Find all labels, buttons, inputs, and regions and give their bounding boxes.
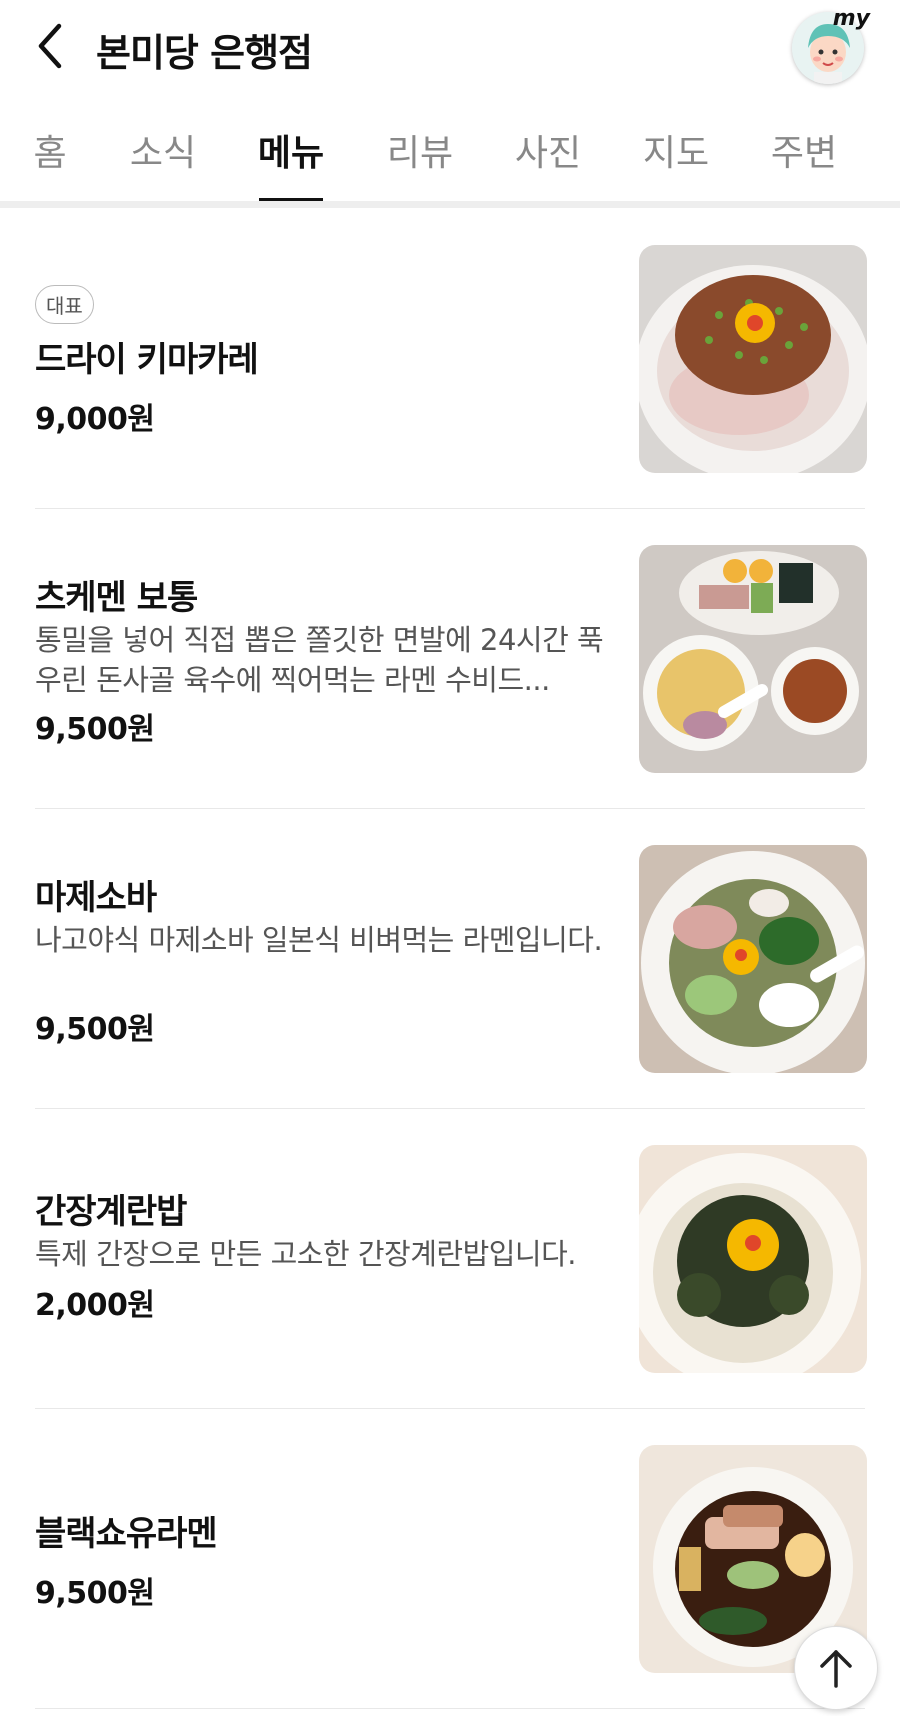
menu-item-image bbox=[639, 845, 867, 1073]
keema-curry-image bbox=[639, 245, 867, 473]
menu-item-image bbox=[639, 1145, 867, 1373]
signature-badge: 대표 bbox=[35, 285, 94, 324]
tab-bar: 홈 소식 메뉴 리뷰 사진 지도 주변 bbox=[0, 110, 900, 203]
menu-item-price: 9,000원 bbox=[35, 402, 155, 437]
menu-item-price: 9,500원 bbox=[35, 1576, 155, 1611]
top-app-bar: 본미당 은행점 my bbox=[0, 0, 900, 94]
tab-map[interactable]: 지도 bbox=[616, 124, 736, 176]
menu-item-description: 통밀을 넣어 직접 뽑은 쫄깃한 면발에 24시간 푹 우린 돈사골 육수에 찍… bbox=[35, 623, 604, 697]
soy-egg-rice-image bbox=[639, 1145, 867, 1373]
menu-item-name: 간장계란밥 bbox=[35, 1192, 187, 1232]
scroll-to-top-button[interactable] bbox=[794, 1626, 878, 1710]
tabs-divider bbox=[0, 201, 900, 208]
tsukemen-image bbox=[639, 545, 867, 773]
back-button[interactable] bbox=[30, 20, 70, 72]
menu-item[interactable]: 츠케멘 보통 통밀을 넣어 직접 뽑은 쫄깃한 면발에 24시간 푹 우린 돈사… bbox=[0, 508, 900, 808]
my-profile-button[interactable]: my bbox=[790, 6, 870, 84]
tab-photo[interactable]: 사진 bbox=[488, 124, 608, 176]
tab-menu[interactable]: 메뉴 bbox=[231, 124, 351, 176]
menu-item-price: 9,500원 bbox=[35, 1012, 155, 1047]
menu-item[interactable]: 블랙쇼유라멘 9,500원 bbox=[0, 1408, 900, 1708]
tab-review[interactable]: 리뷰 bbox=[360, 124, 480, 176]
menu-item[interactable]: 대표 드라이 키마카레 9,000원 bbox=[0, 208, 900, 508]
menu-item-name: 블랙쇼유라멘 bbox=[35, 1514, 218, 1554]
page-title: 본미당 은행점 bbox=[96, 31, 313, 75]
back-arrow-icon bbox=[38, 23, 62, 69]
menu-item-description: 나고야식 마제소바 일본식 비벼먹는 라멘입니다. bbox=[35, 923, 603, 957]
menu-item-image bbox=[639, 245, 867, 473]
menu-item-price: 9,500원 bbox=[35, 712, 155, 747]
my-label: my bbox=[832, 6, 870, 31]
menu-item[interactable]: 간장계란밥 특제 간장으로 만든 고소한 간장계란밥입니다. 2,000원 bbox=[0, 1108, 900, 1408]
menu-item-price: 2,000원 bbox=[35, 1288, 155, 1323]
divider bbox=[35, 1708, 865, 1709]
menu-item-name: 마제소바 bbox=[35, 878, 157, 918]
menu-item-name: 츠케멘 보통 bbox=[35, 578, 198, 618]
menu-item-name: 드라이 키마카레 bbox=[35, 340, 259, 380]
menu-item[interactable]: 마제소바 나고야식 마제소바 일본식 비벼먹는 라멘입니다. 9,500원 bbox=[0, 808, 900, 1108]
menu-item-description: 특제 간장으로 만든 고소한 간장계란밥입니다. bbox=[35, 1237, 577, 1271]
mazesoba-image bbox=[639, 845, 867, 1073]
tab-home[interactable]: 홈 bbox=[0, 124, 110, 176]
menu-item-image bbox=[639, 545, 867, 773]
tab-news[interactable]: 소식 bbox=[103, 124, 223, 176]
arrow-up-icon bbox=[820, 1650, 852, 1688]
tab-nearby[interactable]: 주변 bbox=[744, 124, 864, 176]
